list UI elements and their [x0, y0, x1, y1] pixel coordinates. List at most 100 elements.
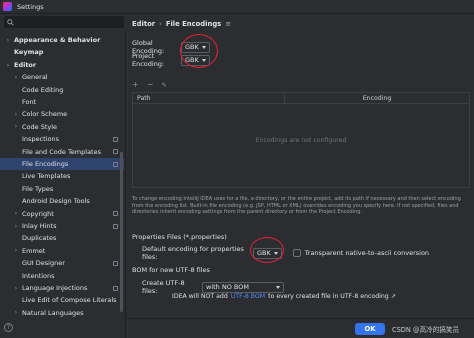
column-path[interactable]: Path: [133, 93, 285, 103]
breadcrumb-separator: ›: [159, 20, 162, 28]
sidebar-item-label: Emmet: [22, 246, 46, 255]
bom-note-suffix: to every created file in UTF-8 encoding …: [268, 293, 396, 300]
sidebar-item-label: General: [22, 73, 48, 82]
chevron-icon[interactable]: ›: [12, 309, 20, 316]
sidebar-item-label: Inlay Hints: [22, 222, 57, 230]
title-bar: Settings: [0, 0, 474, 14]
pin-icon[interactable]: ≡: [225, 20, 231, 28]
chevron-icon[interactable]: ›: [12, 111, 20, 118]
sidebar-item-font[interactable]: Font: [0, 96, 124, 108]
column-encoding[interactable]: Encoding: [285, 93, 469, 103]
annotation-circle: [180, 34, 218, 68]
sidebar-item-file-types[interactable]: File Types: [0, 183, 124, 195]
sidebar-item-label: Live Templates: [22, 172, 71, 181]
sidebar-item-label: Editor: [14, 60, 37, 69]
sidebar-item-intentions[interactable]: Intentions: [0, 270, 124, 282]
sidebar-item-live-edit-of-compose-literals[interactable]: Live Edit of Compose Literals: [0, 294, 124, 306]
sidebar-item-language-injections[interactable]: › Language Injections: [0, 282, 124, 294]
sidebar-item-label: File Types: [22, 184, 54, 193]
edit-icon[interactable]: ✎: [161, 81, 166, 89]
chevron-icon[interactable]: ›: [12, 74, 20, 81]
sidebar-item-label: Language Injections: [22, 284, 88, 292]
table-toolbar: + − ✎: [132, 80, 167, 89]
project-scope-icon: [113, 260, 118, 266]
sidebar-item-label: Code Style: [22, 122, 58, 131]
sidebar-item-gui-designer[interactable]: GUI Designer: [0, 257, 124, 269]
sidebar-item-keymap[interactable]: Keymap: [0, 46, 124, 58]
add-icon[interactable]: +: [132, 80, 139, 89]
breadcrumb-current: File Encodings: [165, 20, 222, 28]
transparent-conversion-checkbox[interactable]: Transparent native-to-ascii conversion: [292, 249, 429, 257]
window-title: Settings: [17, 2, 44, 11]
project-scope-icon: [113, 223, 118, 229]
sidebar-item-label: GUI Designer: [22, 259, 65, 268]
sidebar-item-file-encodings[interactable]: File Encodings: [0, 158, 124, 170]
bom-note: IDEA will NOT add UTF-8 BOM to every cre…: [172, 293, 396, 300]
search-icon: [7, 18, 14, 26]
intellij-app-icon: [3, 2, 12, 11]
ok-button[interactable]: OK: [355, 323, 385, 335]
sidebar-item-file-and-code-templates[interactable]: File and Code Templates: [0, 146, 124, 158]
table-empty-text: Encodings are not configured: [255, 137, 347, 144]
encoding-help-text: To change encoding IntelliJ IDEA uses fo…: [132, 196, 461, 215]
sidebar-item-label: Natural Languages: [22, 308, 84, 317]
sidebar-item-label: Live Edit of Compose Literals: [22, 296, 117, 305]
sidebar-scrollbar[interactable]: [120, 152, 123, 312]
sidebar-item-general[interactable]: › General: [0, 71, 124, 83]
sidebar-item-label: Color Scheme: [22, 110, 68, 119]
sidebar-item-copyright[interactable]: › Copyright: [0, 208, 124, 220]
sidebar-item-editor[interactable]: ⌄ Editor: [0, 59, 124, 71]
sidebar-item-label: Copyright: [22, 209, 54, 218]
watermark-text: CSDN @高冷的搞笑员: [392, 326, 460, 334]
breadcrumb: Editor › File Encodings ≡: [132, 20, 231, 28]
sidebar-item-label: Inspections: [22, 135, 59, 144]
sidebar-item-label: Android Design Tools: [22, 197, 90, 206]
sidebar-item-appearance-behavior[interactable]: › Appearance & Behavior: [0, 34, 124, 46]
sidebar-item-inlay-hints[interactable]: › Inlay Hints: [0, 220, 124, 232]
chevron-icon[interactable]: ›: [12, 223, 20, 230]
sidebar-item-label: Intentions: [22, 271, 55, 280]
chevron-icon[interactable]: ⌄: [4, 61, 12, 68]
file-encodings-panel: Editor › File Encodings ≡ Global Encodin…: [127, 14, 474, 338]
project-scope-icon: [113, 136, 118, 142]
chevron-icon[interactable]: ›: [12, 247, 20, 254]
sidebar-item-label: File Encodings: [22, 160, 69, 168]
help-icon[interactable]: ?: [4, 323, 13, 332]
sidebar-item-code-style[interactable]: › Code Style: [0, 121, 124, 133]
project-scope-icon: [113, 161, 118, 167]
path-encoding-table[interactable]: Path Encoding Encodings are not configur…: [132, 92, 470, 188]
sidebar-item-label: Font: [22, 98, 37, 106]
breadcrumb-parent[interactable]: Editor: [132, 20, 155, 28]
remove-icon[interactable]: −: [147, 80, 154, 89]
sidebar-item-label: Appearance & Behavior: [14, 36, 101, 44]
bom-create-select[interactable]: with NO BOM: [202, 281, 284, 293]
table-header: Path Encoding: [133, 93, 469, 104]
chevron-icon[interactable]: ›: [12, 210, 20, 217]
chevron-down-icon: [276, 285, 280, 289]
bom-create-value: with NO BOM: [206, 283, 249, 291]
sidebar-item-label: Duplicates: [22, 234, 57, 243]
utf8-bom-link[interactable]: UTF-8 BOM: [231, 293, 265, 300]
sidebar-item-label: File and Code Templates: [22, 147, 101, 156]
bom-section-title: BOM for new UTF-8 files: [132, 266, 210, 274]
sidebar-item-color-scheme[interactable]: › Color Scheme: [0, 108, 124, 120]
dialog-footer: OK CSDN @高冷的搞笑员: [127, 318, 474, 338]
project-scope-icon: [113, 285, 118, 291]
sidebar-item-live-templates[interactable]: Live Templates: [0, 170, 124, 182]
chevron-icon[interactable]: ›: [4, 37, 12, 44]
sidebar-item-emmet[interactable]: › Emmet: [0, 245, 124, 257]
checkbox-unchecked[interactable]: [292, 249, 301, 257]
sidebar-item-duplicates[interactable]: Duplicates: [0, 232, 124, 244]
properties-section-title: Properties Files (*.properties): [132, 233, 227, 241]
chevron-icon[interactable]: ›: [12, 123, 20, 130]
project-encoding-label: Project Encoding:: [132, 52, 165, 68]
settings-search-input[interactable]: [4, 16, 124, 28]
properties-encoding-label: Default encoding for properties files:: [142, 245, 244, 261]
sidebar-item-natural-languages[interactable]: › Natural Languages: [0, 307, 124, 319]
sidebar-item-inspections[interactable]: Inspections: [0, 133, 124, 145]
sidebar-item-android-design-tools[interactable]: Android Design Tools: [0, 195, 124, 207]
bom-note-prefix: IDEA will NOT add: [172, 293, 228, 300]
properties-encoding-row: Default encoding for properties files: G…: [142, 245, 429, 261]
sidebar-item-code-editing[interactable]: Code Editing: [0, 84, 124, 96]
chevron-icon[interactable]: ›: [12, 285, 20, 292]
